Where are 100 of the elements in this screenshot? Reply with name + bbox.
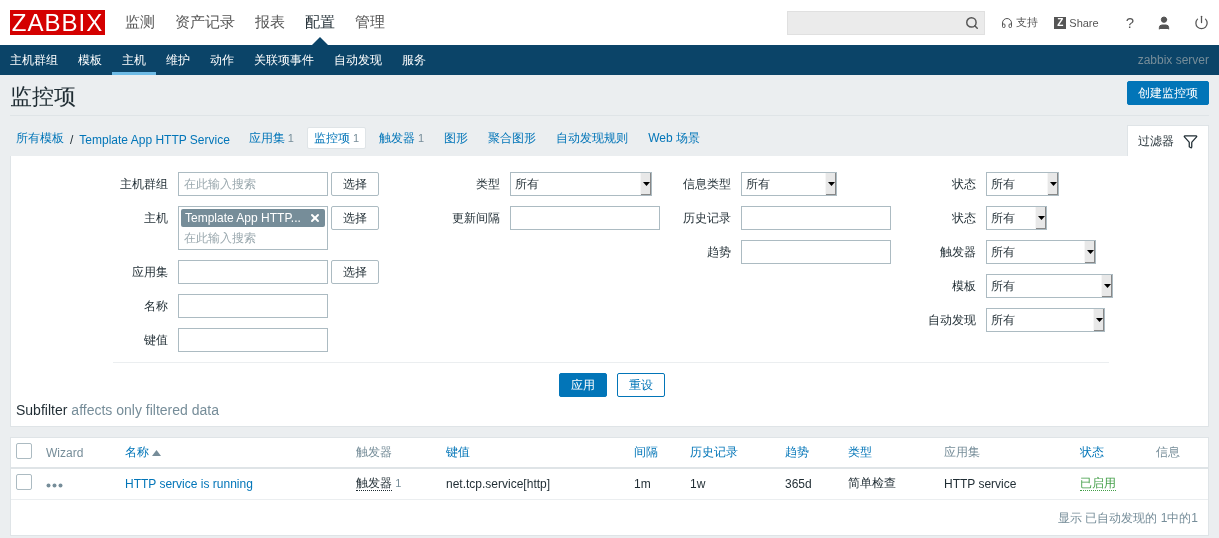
- status-link[interactable]: 已启用: [1080, 476, 1116, 492]
- table-footer-text: 显示 已自动发现的 1中的1: [1057, 509, 1199, 527]
- filter-icon[interactable]: [1183, 133, 1198, 149]
- field-label: 自动发现: [927, 312, 977, 329]
- sub-menu-item[interactable]: 主机: [112, 45, 156, 75]
- column-header: 信息: [1151, 438, 1208, 468]
- field-label: 类型: [475, 176, 501, 193]
- table-cell: net.tcp.service[http]: [441, 468, 629, 499]
- menu-dots-icon[interactable]: [46, 482, 63, 488]
- column-header[interactable]: 键值: [441, 438, 629, 468]
- breadcrumb-separator: /: [70, 133, 74, 147]
- select-button[interactable]: 选择: [331, 206, 379, 230]
- filter-tab[interactable]: 过滤器: [1127, 125, 1209, 156]
- field-label: 应用集: [131, 264, 169, 281]
- row-checkbox[interactable]: [16, 474, 32, 491]
- text-field[interactable]: [178, 294, 328, 318]
- column-header[interactable]: 类型: [843, 438, 939, 468]
- headset-icon: [1001, 16, 1014, 29]
- dropdown-arrow-icon: [1095, 318, 1103, 322]
- sub-menu-item[interactable]: 主机群组: [0, 45, 68, 75]
- apply-button[interactable]: 应用: [559, 373, 607, 397]
- dropdown-arrow-icon: [827, 182, 835, 186]
- main-menu-item[interactable]: 资产记录: [165, 0, 245, 45]
- main-menu-item[interactable]: 管理: [345, 0, 395, 45]
- text-field[interactable]: [178, 260, 328, 284]
- text-field[interactable]: [741, 240, 891, 264]
- sub-menu-item[interactable]: 模板: [68, 45, 112, 75]
- tab[interactable]: Web 场景: [641, 127, 708, 149]
- field-label: 趋势: [706, 244, 732, 261]
- dropdown-arrow-icon: [1049, 182, 1057, 186]
- subfilter-note: affects only filtered data: [71, 402, 219, 418]
- dropdown-arrow-icon: [1037, 216, 1045, 220]
- create-item-button[interactable]: 创建监控项: [1127, 81, 1209, 105]
- sub-menu-item[interactable]: 关联项事件: [244, 45, 324, 75]
- table-cell: 365d: [780, 468, 843, 499]
- field-label: 历史记录: [682, 210, 732, 227]
- share-link[interactable]: Z Share: [1054, 16, 1099, 29]
- search-icon[interactable]: [965, 15, 980, 30]
- zabbix-logo[interactable]: ZABBIX: [10, 10, 105, 35]
- column-header: 应用集: [939, 438, 1075, 468]
- column-header[interactable]: 趋势: [780, 438, 843, 468]
- sub-menu-item[interactable]: 维护: [156, 45, 200, 75]
- host-tag: Template App HTTP...: [181, 209, 325, 227]
- page-title: 监控项: [10, 83, 76, 111]
- column-header: Wizard: [41, 438, 120, 468]
- field-label: 状态: [951, 210, 977, 227]
- table-cell: HTTP service: [939, 468, 1075, 499]
- text-field[interactable]: [741, 206, 891, 230]
- field-label: 主机: [143, 210, 169, 227]
- triggers-link[interactable]: 触发器: [356, 476, 392, 492]
- main-menu-item[interactable]: 报表: [245, 0, 295, 45]
- reset-button[interactable]: 重设: [617, 373, 665, 397]
- column-header[interactable]: 状态: [1075, 438, 1151, 468]
- select-field[interactable]: 所有: [986, 308, 1105, 332]
- main-menu-item[interactable]: 监测: [115, 0, 165, 45]
- sub-menu-item[interactable]: 动作: [200, 45, 244, 75]
- tab[interactable]: 图形: [437, 127, 476, 149]
- subfilter-title: Subfilter: [16, 402, 68, 418]
- field-label: 主机群组: [119, 176, 169, 193]
- tab[interactable]: 应用集 1: [241, 127, 301, 149]
- breadcrumb-link[interactable]: Template App HTTP Service: [73, 133, 236, 147]
- breadcrumb-link[interactable]: 所有模板: [10, 130, 70, 147]
- remove-icon[interactable]: [308, 212, 321, 224]
- select-field[interactable]: 所有: [986, 206, 1047, 230]
- tab[interactable]: 触发器 1: [372, 127, 432, 149]
- support-link[interactable]: 支持: [1001, 15, 1039, 30]
- field-label: 模板: [951, 278, 977, 295]
- search-field[interactable]: [787, 10, 986, 35]
- table-cell: 1w: [685, 468, 780, 499]
- select-field[interactable]: 所有: [986, 274, 1113, 298]
- select-field[interactable]: 所有: [510, 172, 652, 196]
- column-header[interactable]: 历史记录: [685, 438, 780, 468]
- tab[interactable]: 监控项 1: [307, 127, 367, 149]
- field-label: 信息类型: [682, 176, 732, 193]
- main-menu-item[interactable]: 配置: [295, 0, 345, 45]
- power-icon[interactable]: [1194, 15, 1209, 30]
- column-header[interactable]: 间隔: [629, 438, 685, 468]
- sub-menu-item[interactable]: 服务: [392, 45, 436, 75]
- select-all-checkbox[interactable]: [16, 443, 32, 459]
- dropdown-arrow-icon: [642, 182, 650, 186]
- select-field[interactable]: 所有: [741, 172, 837, 196]
- text-field[interactable]: [178, 328, 328, 352]
- select-field[interactable]: 所有: [986, 240, 1096, 264]
- text-field[interactable]: [510, 206, 660, 230]
- select-button[interactable]: 选择: [331, 260, 379, 284]
- select-field[interactable]: 所有: [986, 172, 1059, 196]
- help-button[interactable]: ?: [1125, 14, 1134, 31]
- select-button[interactable]: 选择: [331, 172, 379, 196]
- sub-menu-item[interactable]: 自动发现: [324, 45, 392, 75]
- tab[interactable]: 自动发现规则: [549, 127, 636, 149]
- column-header[interactable]: 名称: [120, 438, 351, 468]
- item-name-link[interactable]: HTTP service is running: [125, 476, 253, 491]
- table-cell: 1m: [629, 468, 685, 499]
- field-label: 键值: [143, 332, 169, 349]
- column-header: 触发器: [351, 438, 441, 468]
- dropdown-arrow-icon: [1103, 284, 1111, 288]
- table-cell: 简单检查: [843, 468, 939, 499]
- tab[interactable]: 聚合图形: [481, 127, 544, 149]
- user-icon[interactable]: [1156, 14, 1172, 31]
- field-label: 名称: [143, 298, 169, 315]
